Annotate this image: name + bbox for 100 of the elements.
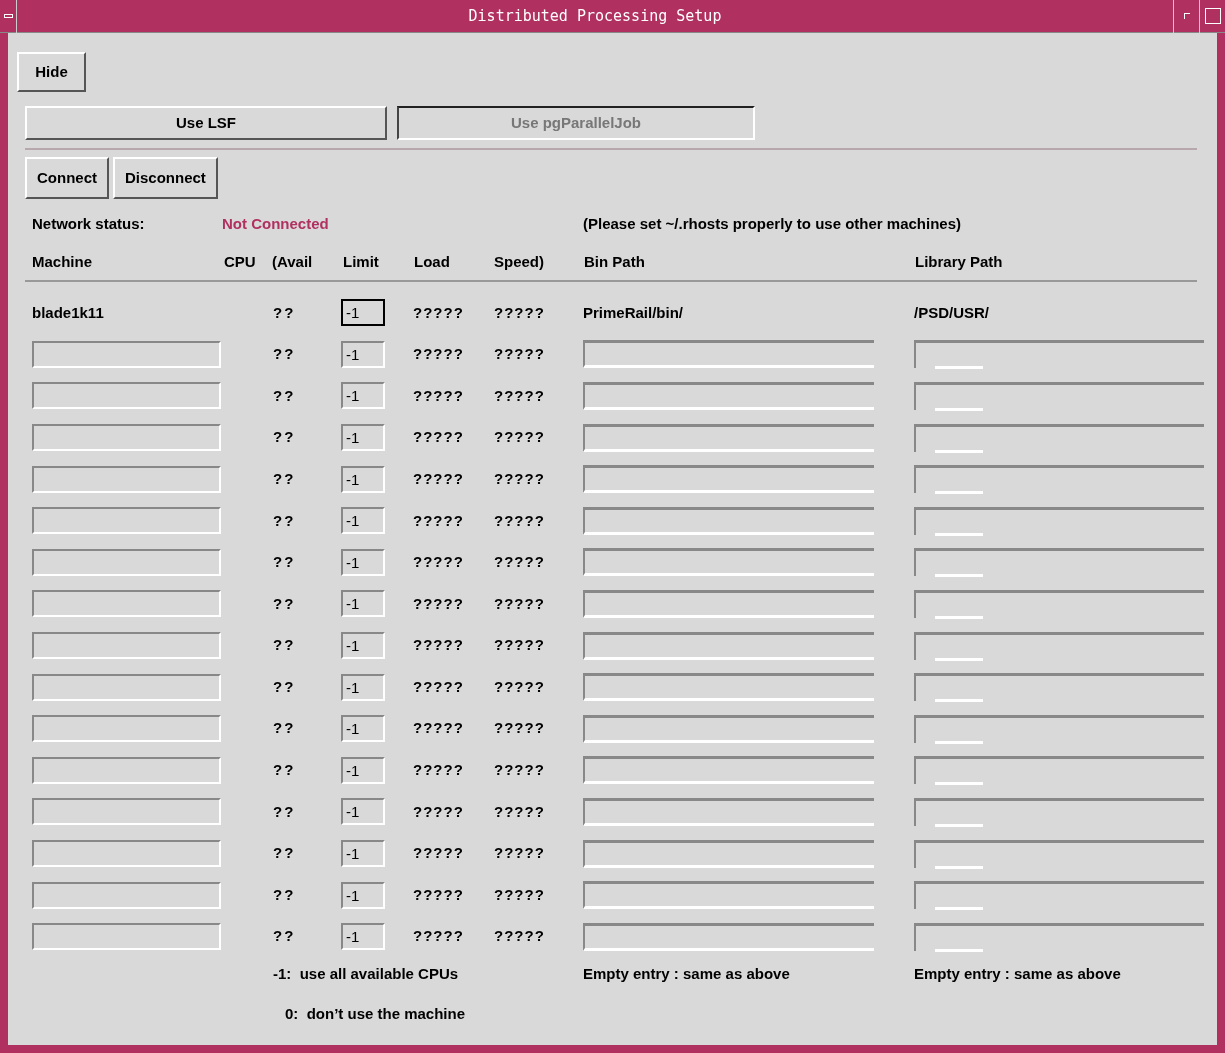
bin-path-note: Empty entry : same as above [583, 963, 791, 984]
limit-field[interactable]: -1 [341, 507, 385, 535]
limit-field[interactable]: -1 [341, 548, 385, 576]
machine-name: blade1k11 [32, 302, 104, 323]
library-path-field[interactable] [914, 589, 1204, 618]
library-path-field[interactable] [914, 506, 1204, 535]
bin-path-field[interactable] [583, 506, 874, 535]
cpu-avail: ?? [273, 344, 296, 365]
limit-field[interactable]: -1 [341, 465, 385, 493]
limit-note: 0: don’t use the machine [284, 1004, 467, 1024]
library-path-field[interactable] [914, 673, 1204, 702]
hide-button[interactable]: Hide [17, 52, 86, 92]
machine-field[interactable] [32, 715, 221, 743]
library-path-field[interactable] [914, 423, 1204, 452]
library-path-field[interactable] [914, 631, 1204, 660]
limit-note: -1: use all available CPUs [273, 963, 460, 984]
limit-field[interactable]: -1 [341, 923, 385, 951]
cpu-speed: ????? [494, 884, 545, 905]
column-header: Bin Path [584, 251, 646, 272]
bin-path-field[interactable] [583, 756, 874, 785]
bin-path-field[interactable] [583, 423, 874, 452]
machine-field[interactable] [32, 632, 221, 660]
bin-path-field[interactable] [583, 714, 874, 743]
machine-field[interactable] [32, 590, 221, 618]
column-header: Limit [343, 251, 380, 272]
cpu-avail: ?? [273, 593, 296, 614]
library-path-field[interactable] [914, 340, 1204, 369]
limit-field[interactable]: -1 [341, 756, 385, 784]
bin-path-field[interactable] [583, 382, 874, 410]
limit-field[interactable]: -1 [341, 382, 385, 410]
window-title: Distributed Processing Setup [468, 5, 722, 27]
cpu-avail: ?? [273, 801, 296, 822]
machine-field[interactable] [32, 756, 221, 784]
library-path-field[interactable] [914, 714, 1204, 743]
library-path-field[interactable] [914, 797, 1204, 826]
machine-field[interactable] [32, 548, 221, 576]
machine-field[interactable] [32, 424, 221, 452]
cpu-load: ????? [413, 843, 464, 864]
bin-path-field[interactable] [583, 631, 874, 660]
limit-field[interactable]: -1 [341, 798, 385, 826]
cpu-avail: ?? [273, 676, 296, 697]
machine-field[interactable] [32, 673, 221, 701]
library-path-field[interactable] [914, 548, 1204, 577]
bin-path-field[interactable] [583, 340, 874, 369]
limit-field[interactable]: -1 [341, 881, 385, 909]
machine-field[interactable] [32, 507, 221, 535]
limit-field[interactable]: -1 [341, 840, 385, 867]
connection-button[interactable]: Disconnect [113, 157, 218, 199]
cpu-avail: ?? [273, 926, 296, 947]
cpu-avail: ?? [273, 427, 296, 448]
library-path-field[interactable] [914, 465, 1204, 494]
cpu-load: ????? [413, 926, 464, 947]
bin-path-field[interactable] [583, 548, 874, 577]
limit-field[interactable]: -1 [341, 340, 385, 368]
machine-field[interactable] [32, 923, 221, 951]
cpu-avail: ?? [273, 718, 296, 739]
limit-field[interactable]: -1 [341, 715, 385, 743]
library-path-field[interactable] [914, 922, 1204, 951]
limit-field[interactable]: -1 [341, 632, 385, 660]
limit-field[interactable]: -1 [341, 673, 385, 701]
cpu-avail: ?? [273, 468, 296, 489]
cpu-speed: ????? [494, 593, 545, 614]
cpu-load: ????? [413, 468, 464, 489]
bin-path-field[interactable] [583, 839, 874, 868]
machine-field[interactable] [32, 340, 221, 368]
mode-button[interactable]: Use LSF [25, 106, 387, 140]
cpu-load: ????? [413, 344, 464, 365]
cpu-speed: ????? [494, 760, 545, 781]
limit-field[interactable]: -1 [341, 299, 385, 327]
bin-path-field[interactable] [583, 673, 874, 702]
column-header: Machine [32, 251, 93, 272]
cpu-load: ????? [413, 676, 464, 697]
library-path: /PSD/USR/ [914, 302, 989, 323]
cpu-avail: ?? [273, 510, 296, 531]
library-path-field[interactable] [914, 881, 1204, 910]
bin-path-field[interactable] [583, 589, 874, 618]
machine-field[interactable] [32, 840, 221, 867]
bin-path-field[interactable] [583, 797, 874, 826]
limit-field[interactable]: -1 [341, 424, 385, 452]
cpu-load: ????? [413, 718, 464, 739]
machine-field[interactable] [32, 798, 221, 826]
connection-button[interactable]: Connect [25, 157, 109, 199]
bin-path-field[interactable] [583, 465, 874, 494]
bin-path: PrimeRail/bin/ [583, 302, 684, 323]
bin-path-field[interactable] [583, 881, 874, 910]
cpu-speed: ????? [494, 427, 545, 448]
machine-field[interactable] [32, 465, 221, 493]
cpu-speed: ????? [494, 385, 545, 406]
limit-field[interactable]: -1 [341, 590, 385, 618]
cpu-speed: ????? [494, 344, 545, 365]
cpu-load: ????? [413, 302, 464, 323]
cpu-load: ????? [413, 593, 464, 614]
library-path-field[interactable] [914, 382, 1204, 410]
library-path-field[interactable] [914, 839, 1204, 868]
bin-path-field[interactable] [583, 922, 874, 951]
cpu-speed: ????? [494, 926, 545, 947]
cpu-avail: ?? [273, 760, 296, 781]
library-path-field[interactable] [914, 756, 1204, 785]
machine-field[interactable] [32, 881, 221, 909]
machine-field[interactable] [32, 382, 221, 410]
